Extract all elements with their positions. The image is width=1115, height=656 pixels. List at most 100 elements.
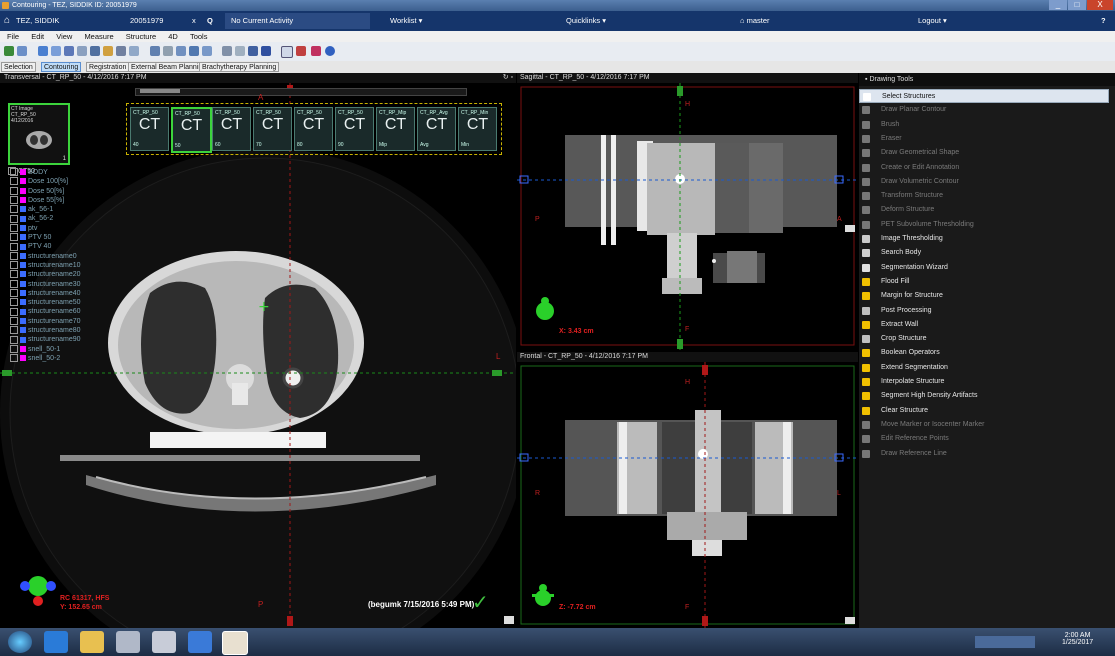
structure-checkbox[interactable] [10,261,18,270]
sagittal-menu-icon[interactable] [845,225,855,232]
phase-thumbnail[interactable]: CT_RP_50 CT 90 [335,107,374,151]
measure-icon[interactable] [116,46,126,56]
tool-segmentation-wizard[interactable]: Segmentation Wizard [859,261,1109,275]
tool-flood-fill[interactable]: Flood Fill [859,275,1109,289]
collapse-icon[interactable]: ▪ [865,76,867,83]
tool-post-processing[interactable]: Post Processing [859,304,1109,318]
phase-thumbnail[interactable]: CT_RP_50 CT 80 [294,107,333,151]
fusion-icon[interactable] [176,46,186,56]
structure-checkbox[interactable] [10,344,18,353]
structure-checkbox[interactable] [10,242,18,251]
hand-icon[interactable] [103,46,113,56]
frontal-menu-icon[interactable] [845,617,855,624]
structure-item[interactable]: ak_56-1 [10,205,130,214]
start-button-icon[interactable] [8,631,32,653]
worklist-menu[interactable]: Worklist ▾ [390,11,422,31]
current-activity[interactable]: No Current Activity [225,13,370,29]
structure-checkbox[interactable] [10,251,18,260]
structure-item[interactable]: structurename30 [10,279,130,289]
save-icon[interactable] [4,46,14,56]
quicklinks-menu[interactable]: Quicklinks ▾ [566,11,606,31]
view-options-icons[interactable]: ↻ ▫ [503,73,513,83]
maximize-button[interactable]: □ [1068,0,1086,10]
structure-item[interactable]: snell_50-2 [10,354,130,363]
phase-thumbnail[interactable]: CT_RP_Avg CT Avg [417,107,456,151]
slice-scrollbar[interactable] [135,88,467,96]
search-icon[interactable]: Q [207,11,213,31]
grid-icon[interactable] [51,46,61,56]
menu-view[interactable]: View [56,32,72,41]
home-icon[interactable]: ⌂ [4,11,10,31]
structure-checkbox[interactable] [10,214,18,223]
structure-item[interactable]: structurename90 [10,335,130,344]
structure-checkbox[interactable] [10,298,18,307]
logout-menu[interactable]: Logout ▾ [918,11,947,31]
tool-extract-wall[interactable]: Extract Wall [859,318,1109,332]
clock[interactable]: 2:00 AM 1/25/2017 [1062,632,1093,646]
sagittal-viewport[interactable]: H P A F X: 3.43 cm [517,83,858,351]
user-menu[interactable]: ⌂ master [740,11,770,31]
compare-icon[interactable] [163,46,173,56]
phase-thumbnail[interactable]: CT_RP_Mip CT Mip [376,107,415,151]
gear-app-icon[interactable] [116,631,140,653]
menu-edit[interactable]: Edit [31,32,44,41]
structure-item[interactable]: PTV 40 [10,242,130,251]
matrix-icon[interactable] [261,46,271,56]
structure-checkbox[interactable] [10,168,18,177]
tool-segment-high-density-artifacts[interactable]: Segment High Density Artifacts [859,389,1109,403]
tab-selection[interactable]: Selection [1,62,36,72]
info-icon[interactable] [325,46,335,56]
tool-crop-structure[interactable]: Crop Structure [859,332,1109,346]
structure-item[interactable]: Dose 50[%] [10,186,130,196]
structure-checkbox[interactable] [10,233,18,242]
tab-brachytherapy-planning[interactable]: Brachytherapy Planning [199,62,280,72]
structure-item[interactable]: structurename20 [10,270,130,279]
app-icon-blue[interactable] [188,631,212,653]
layout-icon[interactable] [38,46,48,56]
target-icon[interactable] [296,46,306,56]
tool-select-structures[interactable]: Select Structures [859,89,1109,103]
phase-thumbnail[interactable]: CT_RP_50 CT 40 [130,107,169,151]
tool-image-thresholding[interactable]: Image Thresholding [859,232,1109,246]
menu-4d[interactable]: 4D [168,32,178,41]
eclipse-app-icon[interactable] [222,631,248,655]
phase-thumbnail[interactable]: CT_RP_50 CT 60 [212,107,251,151]
phase-thumbnail[interactable]: CT_RP_50 CT 70 [253,107,292,151]
structure-item[interactable]: structurename0 [10,251,130,261]
close-patient-icon[interactable]: x [192,11,196,31]
tool-margin-for-structure[interactable]: Margin for Structure [859,289,1109,303]
structure-checkbox[interactable] [10,196,18,205]
structure-checkbox[interactable] [10,335,18,344]
folder-icon[interactable] [80,631,104,653]
structure-checkbox[interactable] [10,205,18,214]
open-icon[interactable] [17,46,27,56]
structure-checkbox[interactable] [10,223,18,232]
structure-item[interactable]: Dose 55[%] [10,196,130,205]
system-tray-icons[interactable] [975,636,1035,648]
structure-item[interactable]: structurename60 [10,307,130,316]
menu-structure[interactable]: Structure [126,32,156,41]
select-icon[interactable] [281,46,293,58]
sagittal-ct-image[interactable] [517,83,858,351]
structure-item[interactable]: structurename70 [10,316,130,326]
menu-tools[interactable]: Tools [190,32,208,41]
structure-item[interactable]: BODY [10,168,130,177]
pan-icon[interactable] [90,46,100,56]
structure-item[interactable]: Dose 100[%] [10,177,130,186]
network-app-icon[interactable] [152,631,176,653]
contour-icon[interactable] [202,46,212,56]
structure-checkbox[interactable] [10,279,18,288]
structure-item[interactable]: snell_50-1 [10,344,130,354]
structure-item[interactable]: structurename50 [10,298,130,307]
structure-item[interactable]: structurename10 [10,261,130,270]
structure-checkbox[interactable] [10,326,18,335]
tab-external-beam-planning[interactable]: External Beam Planning [128,62,210,72]
image-thumbnail[interactable]: CT Image CT_RP_50 4/12/2016 1 [8,103,70,165]
marker-icon[interactable] [235,46,245,56]
structure-icon[interactable] [248,46,258,56]
structure-checkbox[interactable] [10,186,18,195]
slice-scrollbar-thumb[interactable] [140,89,180,93]
close-window-button[interactable]: X [1087,0,1113,10]
tab-registration[interactable]: Registration [86,62,130,72]
tool-extend-segmentation[interactable]: Extend Segmentation [859,361,1109,375]
